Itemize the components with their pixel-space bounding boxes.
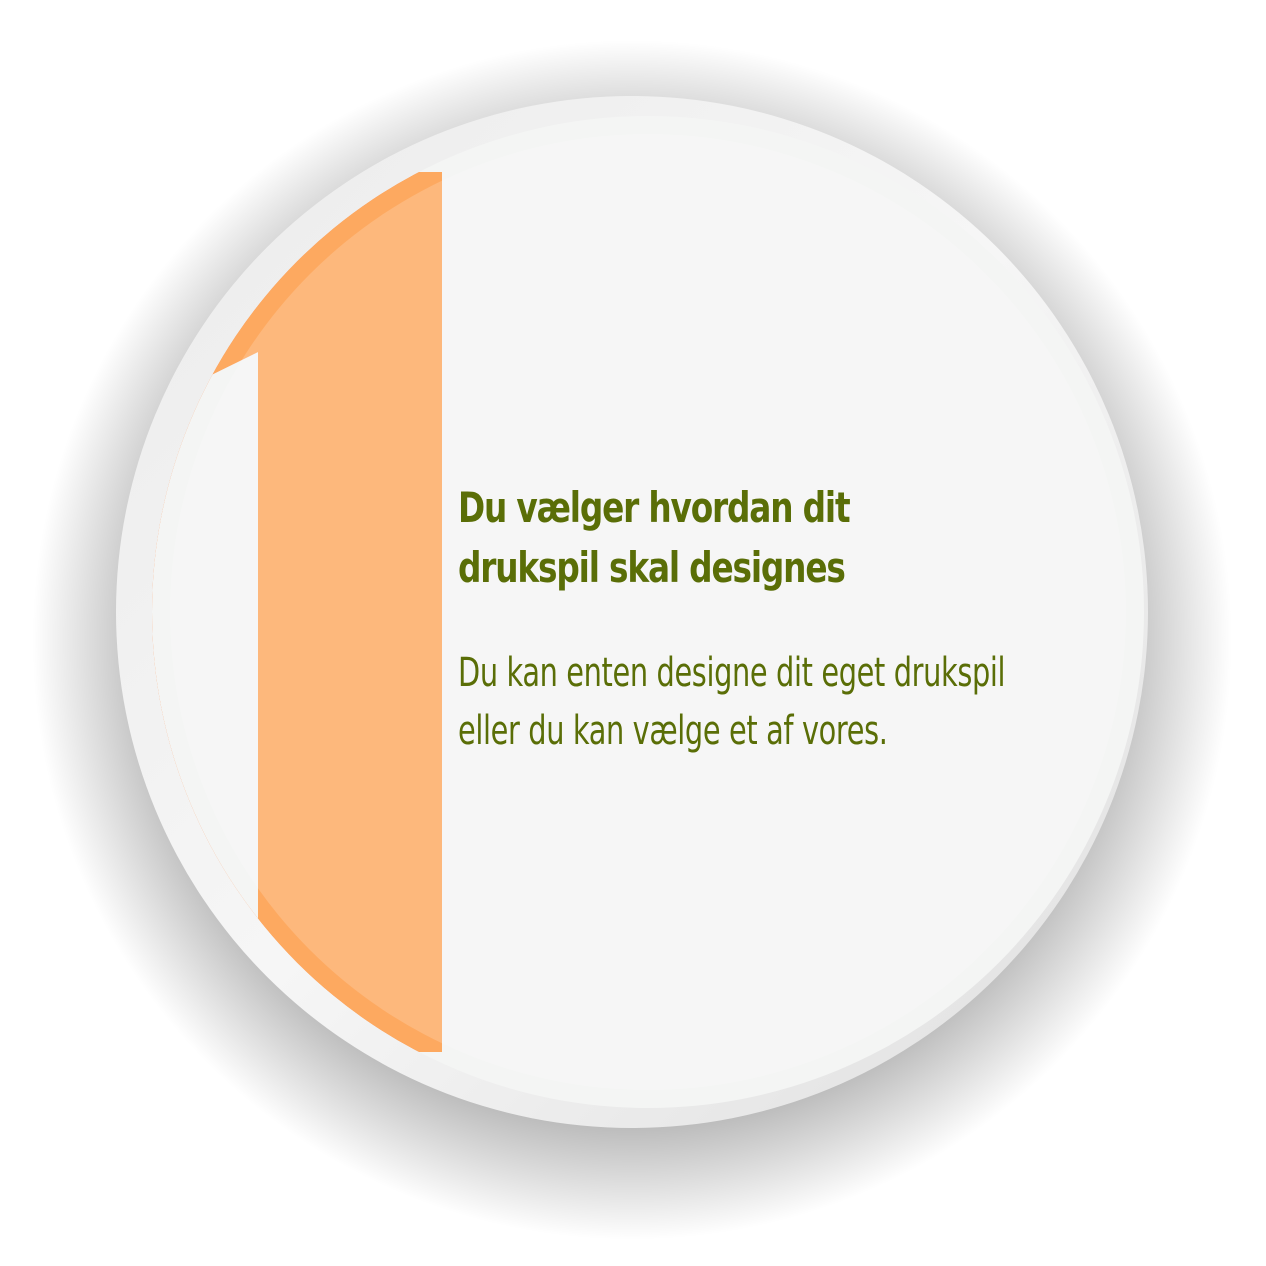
step-badge: Du vælger hvordan dit drukspil skal desi… <box>0 0 1266 1266</box>
step-heading-line-1: Du vælger hvordan dit <box>458 483 851 532</box>
step-description-line-2: eller du kan vælge et af vores. <box>458 708 888 754</box>
numeral-inner-tint <box>170 134 1126 1090</box>
step-text: Du vælger hvordan dit drukspil skal desi… <box>458 478 1118 754</box>
step-heading: Du vælger hvordan dit drukspil skal desi… <box>458 478 973 598</box>
step-description-line-1: Du kan enten designe dit eget drukspil <box>458 650 1006 696</box>
badge-graphic <box>32 40 1232 1240</box>
step-description: Du kan enten designe dit eget drukspil e… <box>458 644 1006 760</box>
step-heading-line-2: drukspil skal designes <box>458 543 846 592</box>
